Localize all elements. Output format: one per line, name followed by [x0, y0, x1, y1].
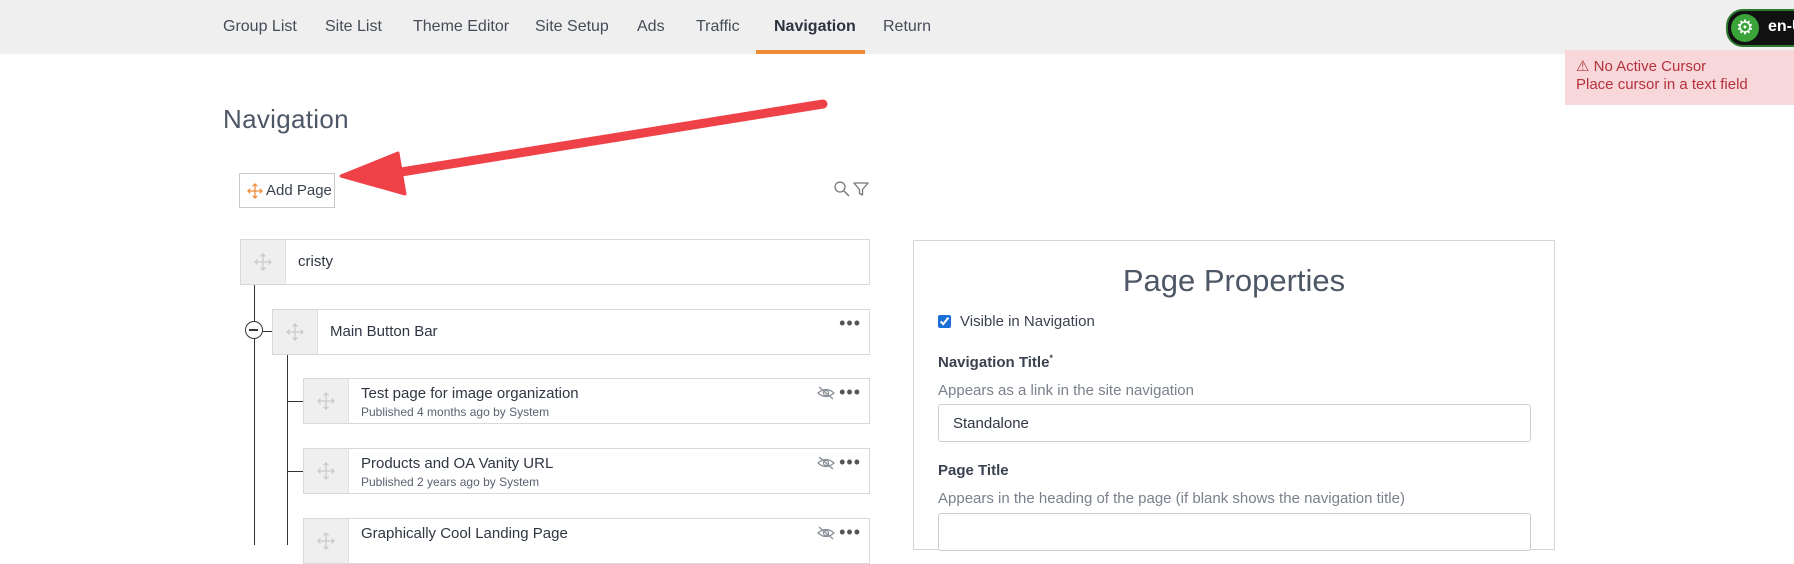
drag-handle[interactable]	[304, 519, 349, 563]
tab-theme-editor[interactable]: Theme Editor	[413, 0, 509, 54]
move-icon	[247, 183, 263, 199]
tab-group-list[interactable]: Group List	[223, 0, 297, 54]
search-icon[interactable]	[833, 180, 851, 198]
more-options-icon[interactable]: •••	[839, 453, 861, 471]
move-icon	[317, 462, 335, 480]
tab-ads[interactable]: Ads	[637, 0, 665, 54]
language-selector[interactable]: ⚙ en-U	[1726, 9, 1794, 47]
page-title-help: Appears in the heading of the page (if b…	[938, 490, 1405, 507]
more-options-icon[interactable]: •••	[839, 314, 861, 332]
language-code: en-U	[1768, 18, 1794, 35]
node-status: Published 2 years ago by System	[361, 475, 540, 489]
tree-connector	[287, 355, 288, 545]
page-title: Navigation	[223, 104, 349, 134]
page-title-label: Page Title	[938, 462, 1009, 479]
collapse-toggle[interactable]	[245, 321, 263, 339]
tab-return[interactable]: Return	[883, 0, 931, 54]
navigation-title-label: Navigation Title*	[938, 353, 1053, 371]
no-active-cursor-alert: ⚠ No Active Cursor Place cursor in a tex…	[1565, 50, 1794, 105]
tree-connector	[288, 471, 303, 472]
tab-navigation[interactable]: Navigation	[774, 0, 856, 54]
navigation-title-input[interactable]	[938, 404, 1531, 442]
panel-heading: Page Properties	[1122, 263, 1346, 298]
alert-message: Place cursor in a text field	[1576, 76, 1748, 93]
move-icon	[317, 392, 335, 410]
drag-handle[interactable]	[304, 379, 349, 423]
gear-icon[interactable]: ⚙	[1731, 14, 1759, 42]
tree-connector	[288, 401, 303, 402]
visible-in-navigation-checkbox[interactable]	[938, 315, 951, 328]
tab-site-setup[interactable]: Site Setup	[535, 0, 609, 54]
navigation-title-help: Appears as a link in the site navigation	[938, 382, 1194, 399]
drag-handle[interactable]	[273, 310, 318, 354]
node-title: Test page for image organization	[361, 385, 579, 402]
page-title-input[interactable]	[938, 513, 1531, 551]
add-page-button[interactable]: Add Page	[239, 173, 335, 208]
move-icon	[254, 253, 272, 271]
add-page-label: Add Page	[266, 182, 332, 199]
active-tab-indicator	[756, 50, 865, 54]
tree-node-page[interactable]: Test page for image organization Publish…	[303, 378, 870, 424]
tab-traffic[interactable]: Traffic	[696, 0, 740, 54]
more-options-icon[interactable]: •••	[839, 383, 861, 401]
visible-in-navigation-label: Visible in Navigation	[960, 313, 1095, 330]
alert-title: ⚠ No Active Cursor	[1576, 58, 1707, 75]
node-title: cristy	[298, 253, 333, 270]
node-title: Main Button Bar	[330, 323, 438, 340]
more-options-icon[interactable]: •••	[839, 523, 861, 541]
tree-connector	[263, 331, 272, 332]
eye-slash-icon[interactable]	[816, 385, 836, 401]
tree-node-page[interactable]: Graphically Cool Landing Page •••	[303, 518, 870, 564]
top-navigation-bar: Group List Site List Theme Editor Site S…	[0, 0, 1794, 54]
page-properties-panel: Page Properties Visible in Navigation Na…	[913, 240, 1555, 551]
tree-node-root[interactable]: cristy	[240, 239, 870, 285]
node-title: Products and OA Vanity URL	[361, 455, 554, 472]
node-status: Published 4 months ago by System	[361, 405, 550, 419]
move-icon	[317, 532, 335, 550]
filter-icon[interactable]	[852, 180, 870, 198]
eye-slash-icon[interactable]	[816, 525, 836, 541]
drag-handle[interactable]	[241, 240, 286, 284]
tree-node-group[interactable]: Main Button Bar •••	[272, 309, 870, 355]
required-marker: *	[1049, 353, 1053, 363]
tree-node-page[interactable]: Products and OA Vanity URL Published 2 y…	[303, 448, 870, 494]
node-title: Graphically Cool Landing Page	[361, 525, 568, 542]
move-icon	[286, 323, 304, 341]
drag-handle[interactable]	[304, 449, 349, 493]
eye-slash-icon[interactable]	[816, 455, 836, 471]
tab-site-list[interactable]: Site List	[325, 0, 382, 54]
